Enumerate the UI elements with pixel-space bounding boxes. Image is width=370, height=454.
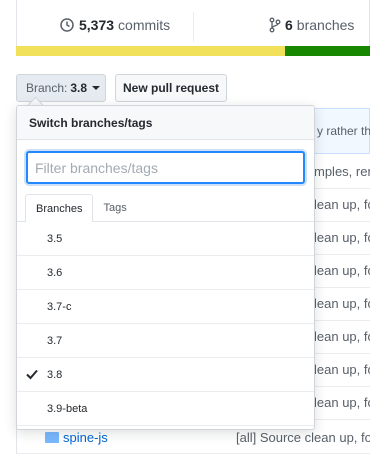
branches-label: branches xyxy=(296,17,355,33)
commits-label: commits xyxy=(118,17,171,33)
commits-link[interactable]: 5,373 commits xyxy=(59,17,170,33)
file-commit-message-fragment[interactable]: lean up, fo xyxy=(314,395,370,410)
branch-item-label: 3.8 xyxy=(47,368,63,381)
branch-item[interactable]: 3.9-beta xyxy=(17,392,314,426)
branch-item[interactable]: 3.7-c xyxy=(17,290,314,324)
tab-branches[interactable]: Branches xyxy=(25,194,94,222)
git-branch-icon xyxy=(269,17,281,33)
tab-tags[interactable]: Tags xyxy=(93,195,136,221)
language-bar-segment[interactable] xyxy=(16,46,286,56)
branch-item-label: 3.5 xyxy=(47,232,63,245)
caret-down-icon xyxy=(92,86,101,90)
branch-select-button[interactable]: Branch: 3.8 xyxy=(16,74,106,102)
check-icon xyxy=(26,369,38,380)
file-name[interactable]: spine-js xyxy=(63,430,108,445)
branch-menu-tabs: Branches Tags xyxy=(17,194,314,222)
branch-select-menu: Switch branches/tags BranchesTags 3.5 3.6… xyxy=(16,105,315,430)
folder-icon xyxy=(45,432,59,443)
file-commit-message-fragment[interactable]: lean up, fo xyxy=(314,329,370,344)
branch-filter-container xyxy=(17,140,314,194)
file-commit-message[interactable]: [all] Source clean up, fo xyxy=(236,430,370,445)
branch-value: 3.8 xyxy=(70,81,88,95)
commits-count: 5,373 xyxy=(79,17,115,33)
new-pull-request-button[interactable]: New pull request xyxy=(115,74,227,102)
file-commit-message-fragment[interactable]: mples, rem xyxy=(314,164,370,179)
branch-item-label: 3.7 xyxy=(47,334,63,347)
file-commit-message-fragment[interactable]: lean up, fo xyxy=(314,230,370,245)
latest-commit-fragment: y rather tha xyxy=(317,124,370,138)
branch-item-label: 3.9-beta xyxy=(47,402,88,415)
branches-count: 6 xyxy=(285,17,293,33)
file-commit-message-fragment[interactable]: lean up, fo xyxy=(314,263,370,278)
branch-list: 3.5 3.6 3.7-c 3.7 3.8 3.9-beta xyxy=(17,222,314,426)
file-commit-message-fragment[interactable]: lean up, fo xyxy=(314,296,370,311)
history-icon xyxy=(60,18,74,32)
file-commit-message-fragment[interactable]: lean up, fo xyxy=(314,362,370,377)
language-bar[interactable] xyxy=(16,46,370,56)
branch-item-label: 3.6 xyxy=(47,266,63,279)
language-bar-segment[interactable] xyxy=(285,46,370,56)
branch-menu-title: Switch branches/tags xyxy=(17,106,314,140)
branch-item-label: 3.7-c xyxy=(47,300,72,313)
branch-item[interactable]: 3.6 xyxy=(17,256,314,290)
branch-filter-input[interactable] xyxy=(26,151,305,184)
branches-link[interactable]: 6 branches xyxy=(269,17,354,33)
branch-prefix: Branch: xyxy=(26,81,68,95)
stats-divider xyxy=(193,12,194,42)
branch-item[interactable]: 3.5 xyxy=(17,222,314,256)
branch-item[interactable]: 3.8 xyxy=(17,358,314,392)
file-commit-message-fragment[interactable]: lean up, fo xyxy=(314,197,370,212)
branch-item[interactable]: 3.7 xyxy=(17,324,314,358)
